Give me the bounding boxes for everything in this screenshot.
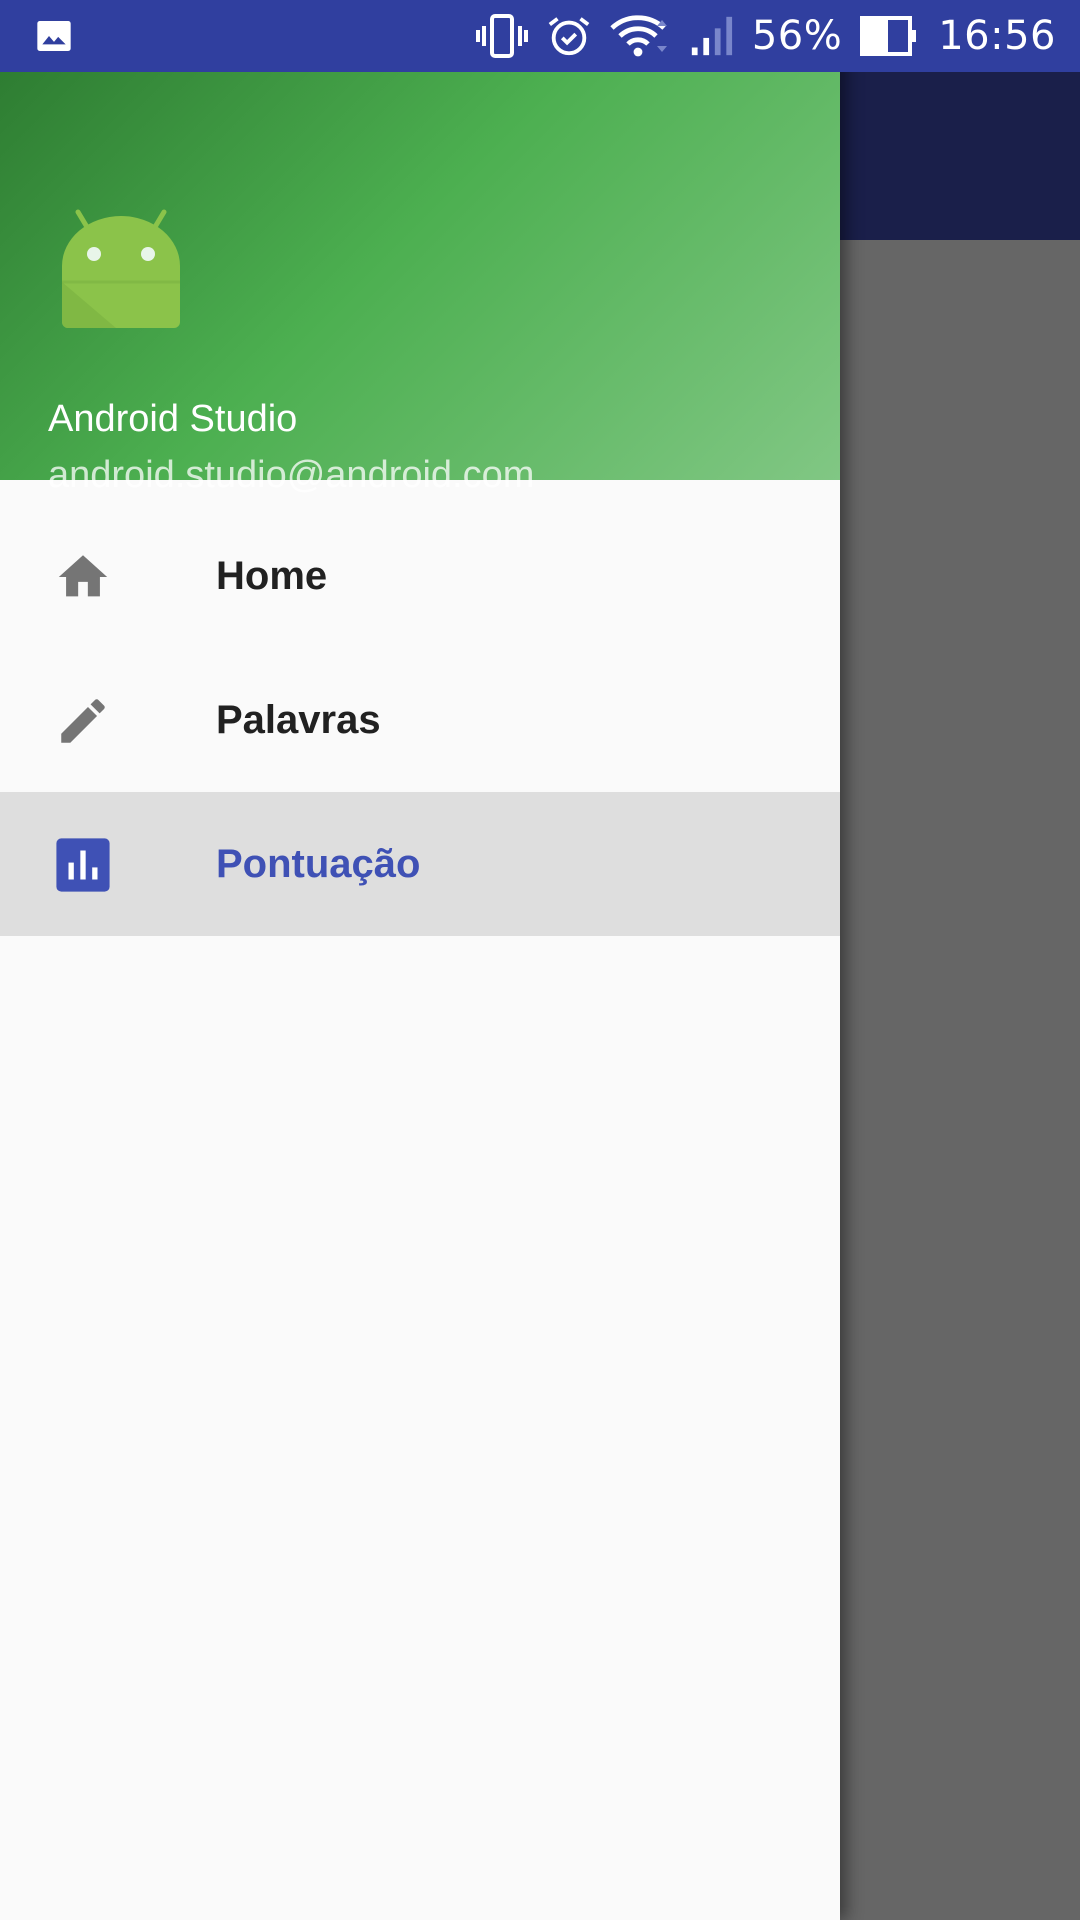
wifi-icon (610, 11, 670, 61)
home-icon (54, 548, 112, 606)
battery-icon (860, 14, 920, 58)
signal-icon (688, 13, 734, 59)
header-user-name: Android Studio (48, 398, 298, 440)
menu-item-palavras[interactable]: Palavras (0, 648, 840, 792)
menu-item-label: Palavras (216, 697, 381, 742)
drawer-menu: Home Palavras Pontuação (0, 504, 840, 936)
alarm-icon (546, 13, 592, 59)
screen: 56% 16:56 Android Studio android.studio@… (0, 0, 1080, 1920)
navigation-drawer: Android Studio android.studio@android.co… (0, 0, 840, 1920)
menu-item-home[interactable]: Home (0, 504, 840, 648)
header-user-email: android.studio@android.com (48, 454, 535, 496)
menu-item-label: Pontuação (216, 841, 421, 886)
status-bar: 56% 16:56 (0, 0, 1080, 72)
drawer-header: Android Studio android.studio@android.co… (0, 72, 840, 496)
battery-percent: 56% (751, 13, 843, 59)
menu-item-pontuacao[interactable]: Pontuação (0, 792, 840, 936)
bar-chart-icon (54, 836, 112, 894)
clock-time: 16:56 (938, 13, 1056, 59)
menu-item-label: Home (216, 553, 328, 598)
vibrate-icon (475, 12, 528, 60)
pencil-icon (54, 692, 112, 750)
android-logo-icon (56, 204, 186, 334)
image-icon (34, 16, 74, 56)
